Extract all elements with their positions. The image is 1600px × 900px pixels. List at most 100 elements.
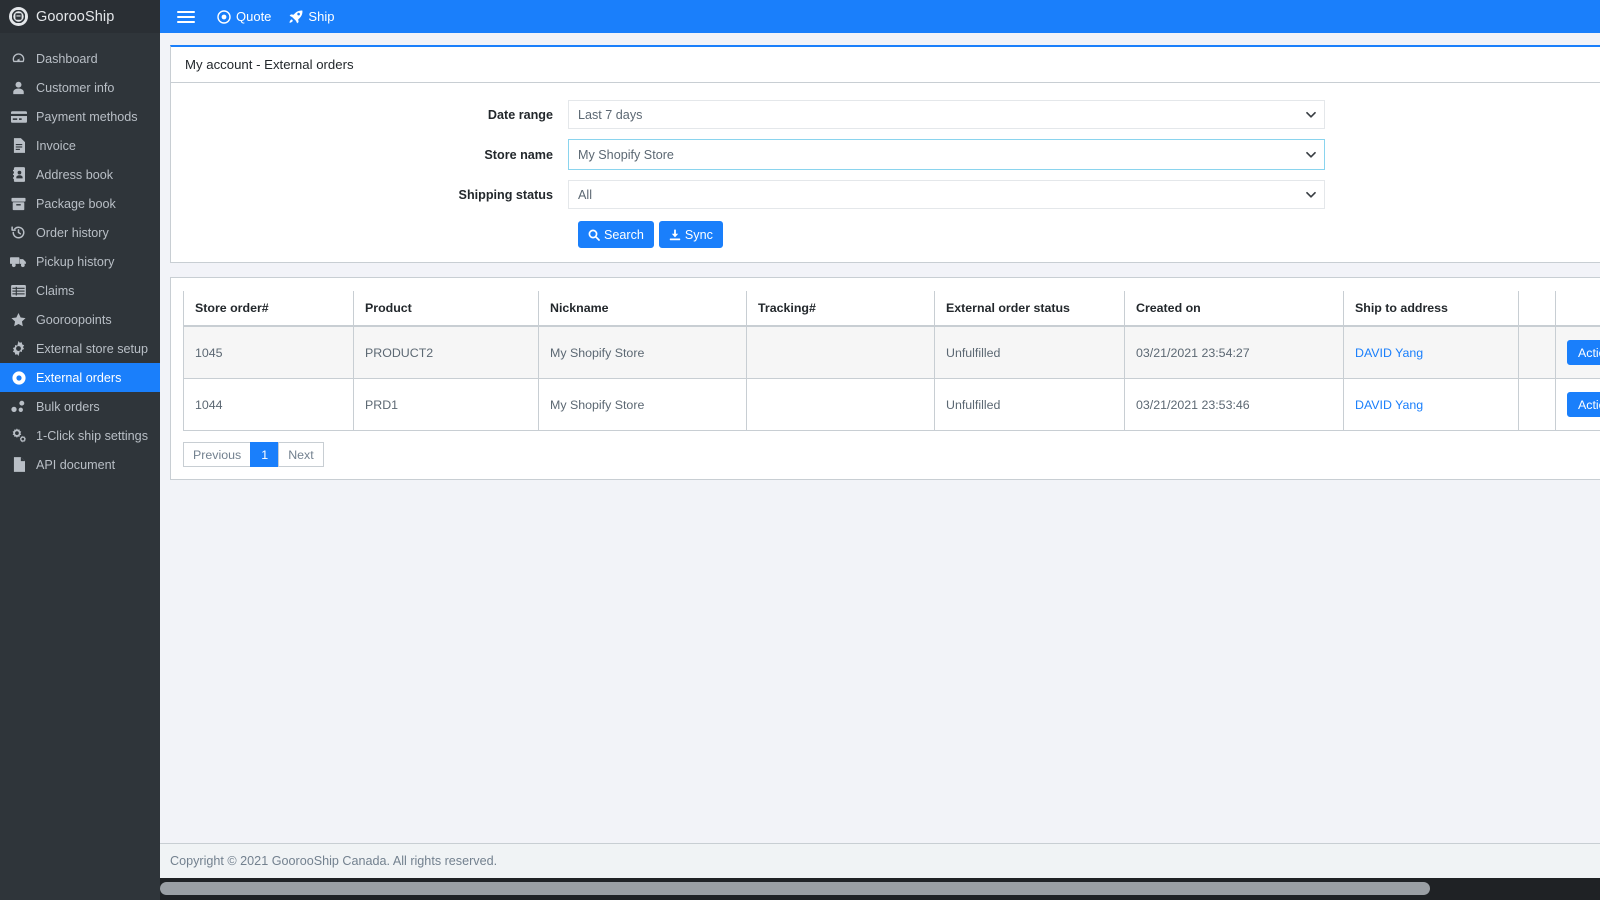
- cell-nickname: My Shopify Store: [539, 379, 747, 431]
- cogs-icon: [10, 428, 27, 444]
- filter-card: My account - External orders Date range …: [170, 45, 1600, 263]
- sidebar-item-bulk-orders[interactable]: Bulk orders: [0, 392, 160, 421]
- page-title-text: My account - External orders: [185, 57, 354, 72]
- sidebar-item-label: External store setup: [36, 342, 148, 356]
- sidebar-item-label: Address book: [36, 168, 113, 182]
- search-button[interactable]: Search: [578, 221, 654, 248]
- table-row: 1045 PRODUCT2 My Shopify Store Unfulfill…: [184, 326, 1600, 379]
- page-title: My account - External orders: [171, 47, 1600, 83]
- table-list-icon: [10, 283, 27, 299]
- pagination-previous[interactable]: Previous: [183, 442, 250, 467]
- pagination-next[interactable]: Next: [278, 442, 323, 467]
- sidebar-item-external-store-setup[interactable]: External store setup: [0, 334, 160, 363]
- external-orders-table: Store order# Product Nickname Tracking# …: [183, 291, 1600, 431]
- search-icon: [588, 229, 600, 241]
- gear-icon: [10, 341, 27, 357]
- sidebar-item-1-click-ship-settings[interactable]: 1-Click ship settings: [0, 421, 160, 450]
- sidebar-item-claims[interactable]: Claims: [0, 276, 160, 305]
- circle-box-logo-icon: [9, 7, 28, 26]
- horizontal-scrollbar[interactable]: [0, 878, 1600, 900]
- cell-spacer: [1519, 379, 1556, 431]
- ship-to-address-link[interactable]: DAVID Yang: [1355, 346, 1423, 360]
- table-head: Store order# Product Nickname Tracking# …: [184, 291, 1600, 326]
- sidebar-item-gooroopoints[interactable]: Gooroopoints: [0, 305, 160, 334]
- pagination-page-1[interactable]: 1: [250, 442, 278, 467]
- navbar-link-quote[interactable]: Quote: [217, 9, 271, 24]
- footer: Copyright © 2021 GoorooShip Canada. All …: [160, 843, 1600, 878]
- date-range-label: Date range: [171, 108, 568, 122]
- cell-tracking: [747, 379, 935, 431]
- sitemap-icon: [10, 399, 27, 415]
- cell-status: Unfulfilled: [935, 326, 1125, 379]
- sidebar-item-customer-info[interactable]: Customer info: [0, 73, 160, 102]
- action-button[interactable]: Action: [1567, 340, 1600, 365]
- hamburger-menu-icon[interactable]: [173, 6, 199, 28]
- speedometer-icon: [10, 51, 27, 67]
- cell-nickname: My Shopify Store: [539, 326, 747, 379]
- sidebar-item-package-book[interactable]: Package book: [0, 189, 160, 218]
- sidebar: GoorooShip Dashboard: [0, 0, 160, 878]
- sidebar-item-label: Package book: [36, 197, 116, 211]
- download-icon: [669, 229, 681, 241]
- cell-spacer: [1519, 326, 1556, 379]
- sidebar-item-label: API document: [36, 458, 115, 472]
- sidebar-item-order-history[interactable]: Order history: [0, 218, 160, 247]
- scrollbar-thumb[interactable]: [160, 882, 1430, 895]
- sidebar-item-api-document[interactable]: API document: [0, 450, 160, 479]
- ship-to-address-link[interactable]: DAVID Yang: [1355, 398, 1423, 412]
- col-ship-to-address: Ship to address: [1344, 291, 1519, 326]
- sidebar-item-invoice[interactable]: Invoice: [0, 131, 160, 160]
- action-button[interactable]: Action: [1567, 392, 1600, 417]
- cell-created-on: 03/21/2021 23:53:46: [1125, 379, 1344, 431]
- navbar-link-ship[interactable]: Ship: [289, 9, 334, 24]
- date-range-row: Date range Last 7 days: [171, 100, 1600, 129]
- sidebar-nav: Dashboard Customer info: [0, 33, 160, 479]
- date-range-select[interactable]: Last 7 days: [568, 100, 1325, 129]
- brand-header[interactable]: GoorooShip: [0, 0, 160, 33]
- shipping-status-select[interactable]: All: [568, 180, 1325, 209]
- sidebar-item-pickup-history[interactable]: Pickup history: [0, 247, 160, 276]
- table-row: 1044 PRD1 My Shopify Store Unfulfilled 0…: [184, 379, 1600, 431]
- bullseye-icon: [217, 10, 231, 24]
- col-tracking: Tracking#: [747, 291, 935, 326]
- navbar-link-label: Ship: [308, 9, 334, 24]
- sidebar-item-label: Payment methods: [36, 110, 138, 124]
- dot-circle-icon: [10, 370, 27, 386]
- search-button-label: Search: [604, 228, 644, 242]
- cell-store-order: 1045: [184, 326, 354, 379]
- sidebar-item-label: Customer info: [36, 81, 114, 95]
- pagination: Previous 1 Next: [183, 442, 324, 467]
- star-icon: [10, 312, 27, 328]
- shipping-status-label: Shipping status: [171, 188, 568, 202]
- cell-created-on: 03/21/2021 23:54:27: [1125, 326, 1344, 379]
- orders-card: Store order# Product Nickname Tracking# …: [170, 277, 1600, 480]
- sync-button-label: Sync: [685, 228, 713, 242]
- cell-ship-to-address: DAVID Yang: [1344, 379, 1519, 431]
- footer-text: Copyright © 2021 GoorooShip Canada. All …: [170, 854, 497, 868]
- shipping-status-row: Shipping status All: [171, 180, 1600, 209]
- sidebar-item-payment-methods[interactable]: Payment methods: [0, 102, 160, 131]
- cell-tracking: [747, 326, 935, 379]
- date-range-select-wrap: Last 7 days: [568, 100, 1325, 129]
- cell-product: PRD1: [354, 379, 539, 431]
- navbar-link-label: Quote: [236, 9, 271, 24]
- filter-actions: Search Sync: [171, 221, 1600, 248]
- shipping-status-select-wrap: All: [568, 180, 1325, 209]
- sync-button[interactable]: Sync: [659, 221, 723, 248]
- file-icon: [10, 457, 27, 473]
- history-clock-icon: [10, 225, 27, 241]
- sidebar-item-label: Order history: [36, 226, 109, 240]
- col-action: [1556, 291, 1600, 326]
- sidebar-item-label: Invoice: [36, 139, 76, 153]
- sidebar-item-dashboard[interactable]: Dashboard: [0, 44, 160, 73]
- sidebar-item-external-orders[interactable]: External orders: [0, 363, 160, 392]
- pagination-row: Previous 1 Next 1-2 of 2 items: [183, 442, 1600, 467]
- scrollbar-track-left: [0, 878, 160, 900]
- user-icon: [10, 80, 27, 96]
- store-name-select[interactable]: My Shopify Store: [568, 139, 1325, 170]
- credit-card-icon: [10, 109, 27, 125]
- sidebar-item-label: External orders: [36, 371, 121, 385]
- sidebar-item-label: Gooroopoints: [36, 313, 112, 327]
- col-product: Product: [354, 291, 539, 326]
- sidebar-item-address-book[interactable]: Address book: [0, 160, 160, 189]
